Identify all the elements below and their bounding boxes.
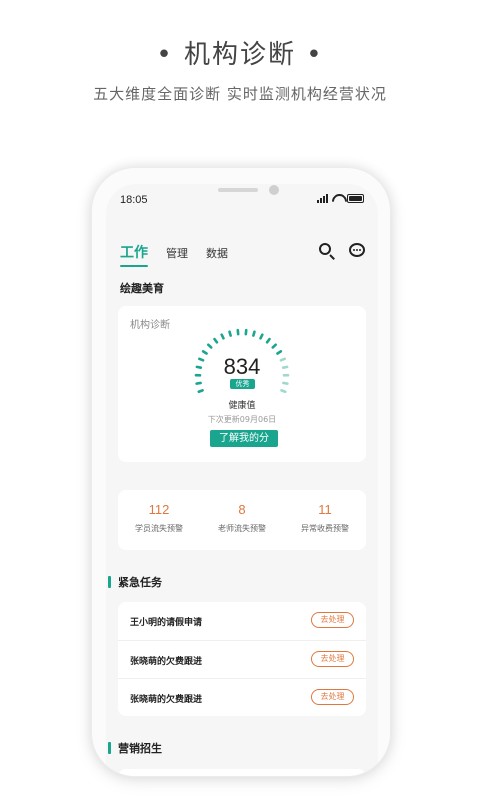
stat-abnormal-fee[interactable]: 11 异常收费预警 <box>284 502 366 534</box>
message-icon[interactable] <box>348 242 366 260</box>
gauge-tick <box>265 337 271 344</box>
phone-frame: 18:05 工作 管理 数据 绘趣美育 机构诊断 834 优秀 健康值 下次更新… <box>91 167 391 777</box>
stat-value: 8 <box>238 502 246 517</box>
signal-icon <box>317 194 328 203</box>
gauge-tick <box>228 330 232 337</box>
urgent-section-title: 紧急任务 <box>108 574 162 590</box>
top-actions <box>318 242 366 260</box>
urgent-task-list: 王小明的请假申请 去处理 张晓萌的欠费跟进 去处理 张晓萌的欠费跟进 去处理 <box>118 602 366 716</box>
status-icons <box>317 194 364 203</box>
app-screen: 18:05 工作 管理 数据 绘趣美育 机构诊断 834 优秀 健康值 下次更新… <box>106 184 378 776</box>
tab-work[interactable]: 工作 <box>120 242 148 267</box>
stat-value: 112 <box>148 502 170 517</box>
section-marker <box>108 576 111 588</box>
stat-label: 异常收费预警 <box>301 524 349 533</box>
diagnosis-card[interactable]: 机构诊断 834 优秀 健康值 下次更新09月06日 了解我的分 <box>118 306 366 462</box>
promo-title: • 机构诊断 • <box>156 40 324 70</box>
health-label: 健康值 <box>228 401 256 411</box>
tab-data[interactable]: 数据 <box>206 245 228 266</box>
gauge-tick <box>280 389 287 394</box>
top-tabs: 工作 管理 数据 <box>120 242 228 267</box>
promo-subtitle: 五大维度全面诊断 实时监测机构经营状况 <box>93 85 387 103</box>
next-update-text: 下次更新09月06日 <box>207 415 277 424</box>
battery-icon <box>347 194 364 203</box>
stat-teacher-churn[interactable]: 8 老师流失预警 <box>201 502 283 534</box>
stat-label: 老师流失预警 <box>218 524 266 533</box>
org-name: 绘趣美育 <box>120 282 164 295</box>
section-marker <box>108 742 111 754</box>
gauge-tick <box>197 389 204 394</box>
camera-dot <box>269 185 279 195</box>
stat-student-churn[interactable]: 112 学员流失预警 <box>118 502 200 534</box>
section-title-text: 营销招生 <box>118 742 162 755</box>
task-title: 王小明的请假申请 <box>130 618 203 628</box>
task-row[interactable]: 张晓萌的欠费跟进 去处理 <box>118 640 366 678</box>
status-time: 18:05 <box>120 194 148 206</box>
gauge-tick <box>213 337 219 344</box>
search-icon[interactable] <box>318 242 336 260</box>
gauge-tick <box>220 333 225 340</box>
status-bar: 18:05 <box>106 184 378 220</box>
gauge-tick <box>206 343 213 349</box>
speaker-notch <box>218 188 258 192</box>
diagnosis-label: 机构诊断 <box>130 320 170 331</box>
section-title-text: 紧急任务 <box>118 576 162 589</box>
gauge-tick <box>259 333 264 340</box>
task-title: 张晓萌的欠费跟进 <box>130 695 203 705</box>
learn-score-button[interactable]: 了解我的分 <box>210 430 278 447</box>
stat-value: 11 <box>318 502 332 517</box>
handle-button[interactable]: 去处理 <box>311 612 354 628</box>
gauge-tick <box>271 343 278 349</box>
marketing-card <box>118 769 366 776</box>
health-score: 834 <box>223 354 261 379</box>
task-row[interactable]: 张晓萌的欠费跟进 去处理 <box>118 678 366 716</box>
rating-badge: 优秀 <box>230 379 255 389</box>
task-row[interactable]: 王小明的请假申请 去处理 <box>118 602 366 640</box>
wifi-icon <box>332 194 343 203</box>
handle-button[interactable]: 去处理 <box>311 689 354 705</box>
stat-label: 学员流失预警 <box>135 524 183 533</box>
gauge-tick <box>195 381 202 385</box>
marketing-section-title: 营销招生 <box>108 740 162 756</box>
gauge-tick <box>282 381 289 385</box>
handle-button[interactable]: 去处理 <box>311 651 354 667</box>
task-title: 张晓萌的欠费跟进 <box>130 657 203 667</box>
alerts-card: 112 学员流失预警 8 老师流失预警 11 异常收费预警 <box>118 490 366 550</box>
gauge-tick <box>252 330 256 337</box>
tab-manage[interactable]: 管理 <box>166 245 188 266</box>
